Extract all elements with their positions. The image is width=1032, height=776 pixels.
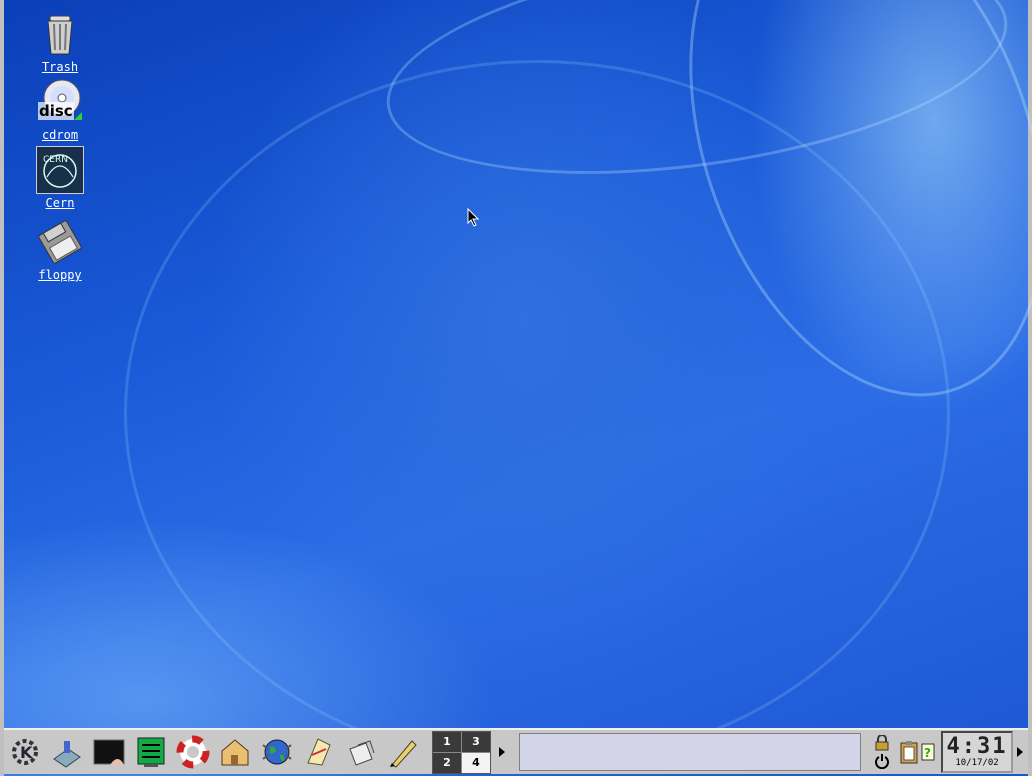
documents-icon <box>349 740 375 766</box>
logout-icon[interactable] <box>875 753 889 769</box>
mail-button[interactable] <box>299 732 339 772</box>
window-list-button[interactable] <box>47 732 87 772</box>
wallpaper-swirl <box>372 0 1022 209</box>
desktop-icon-label: Cern <box>45 196 75 210</box>
tray-lock-logout <box>875 735 889 769</box>
desktop-icon-label: Trash <box>41 60 79 74</box>
cern-logo-text: CERN <box>43 155 68 165</box>
desktop-icon-floppy[interactable]: floppy <box>28 218 92 282</box>
documents-button[interactable] <box>341 732 381 772</box>
wallpaper-swirl <box>623 0 1032 446</box>
pager-desktop-2[interactable]: 2 <box>433 752 461 773</box>
clock-date: 10/17/02 <box>955 758 999 768</box>
desktop-icon-label: floppy <box>38 268 82 282</box>
cdrom-icon: disc <box>36 78 84 126</box>
svg-text:?: ? <box>924 746 931 760</box>
desktop-pager: 1 3 2 4 <box>432 730 491 774</box>
pager-desktop-3[interactable]: 3 <box>462 731 490 752</box>
pager-desktop-4[interactable]: 4 <box>462 752 490 773</box>
pager-desktop-1[interactable]: 1 <box>433 731 461 752</box>
klipper-icon[interactable] <box>899 740 919 764</box>
help-button[interactable] <box>173 732 213 772</box>
mail-icon <box>307 738 331 766</box>
desktop-icon-cdrom[interactable]: disc cdrom <box>28 78 92 142</box>
home-folder-button[interactable] <box>215 732 255 772</box>
web-browser-icon <box>262 739 292 765</box>
terminal-button[interactable] <box>89 732 129 772</box>
web-browser-button[interactable] <box>257 732 297 772</box>
home-folder-icon <box>221 739 249 766</box>
taskbar-area[interactable] <box>519 733 861 771</box>
text-editor-icon <box>390 740 417 768</box>
clock[interactable]: 4:31 10/17/02 <box>941 731 1013 773</box>
mouse-pointer-icon <box>467 208 480 227</box>
window-list-icon <box>53 741 81 768</box>
cern-icon: CERN <box>36 146 84 194</box>
svg-text:K: K <box>20 743 33 762</box>
system-monitor-button[interactable] <box>131 732 171 772</box>
desktop[interactable]: Trash disc cdrom CERN Cern floppy <box>0 0 1032 776</box>
trash-icon <box>36 10 84 58</box>
terminal-icon <box>93 739 125 765</box>
clock-time: 4:31 <box>946 734 1008 759</box>
desktop-icon-label: cdrom <box>41 128 79 142</box>
lock-icon[interactable] <box>875 735 889 751</box>
floppy-icon <box>36 218 84 266</box>
desktop-icon-cern[interactable]: CERN Cern <box>28 146 92 210</box>
taskbar-arrow-icon[interactable] <box>499 747 505 757</box>
wallpaper-swirl <box>124 60 950 766</box>
help-lifebuoy-icon <box>176 735 210 769</box>
kde-menu-icon: K <box>12 739 38 765</box>
panel-hide-arrow-icon[interactable] <box>1017 747 1023 757</box>
desktop-icon-trash[interactable]: Trash <box>28 10 92 74</box>
cdrom-badge: disc <box>38 102 74 120</box>
text-editor-button[interactable] <box>383 732 423 772</box>
kde-panel: K 1 3 2 4 ? 4:31 10/17/02 <box>4 728 1028 774</box>
help-icon[interactable]: ? <box>921 743 935 761</box>
kde-menu-button[interactable]: K <box>5 732 45 772</box>
system-monitor-icon <box>137 737 165 767</box>
